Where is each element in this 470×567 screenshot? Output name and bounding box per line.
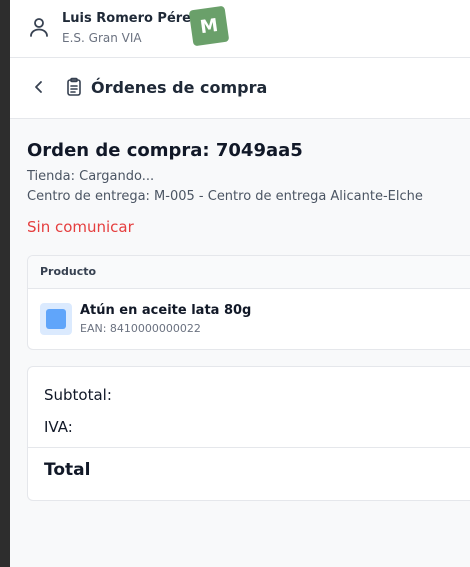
- totals-card: Subtotal: IVA: Total: [27, 366, 470, 501]
- column-header-product: Producto: [40, 265, 97, 278]
- subtotal-label: Subtotal:: [44, 386, 112, 404]
- divider: [28, 447, 470, 448]
- user-header: Luis Romero Pérez E.S. Gran VIA M: [10, 0, 470, 58]
- delivery-center-line: Centro de entrega: M-005 - Centro de ent…: [27, 189, 423, 204]
- clipboard-icon: [64, 77, 84, 97]
- company-logo: M: [188, 5, 230, 47]
- status-label: Sin comunicar: [27, 218, 134, 236]
- back-button[interactable]: [28, 76, 50, 98]
- iva-label: IVA:: [44, 418, 73, 436]
- product-image: [40, 303, 72, 335]
- user-icon[interactable]: [28, 16, 50, 38]
- user-store: E.S. Gran VIA: [62, 31, 142, 45]
- product-name: Atún en aceite lata 80g: [80, 303, 252, 318]
- left-window-edge: [0, 0, 10, 567]
- order-title: Orden de compra: 7049aa5: [27, 140, 303, 161]
- user-name: Luis Romero Pérez: [62, 11, 199, 26]
- chevron-left-icon: [35, 81, 42, 93]
- products-table: Producto Atún en aceite lata 80g EAN: 84…: [27, 255, 470, 350]
- store-line: Tienda: Cargando...: [27, 169, 155, 184]
- table-header: Producto: [28, 256, 470, 289]
- product-ean: EAN: 8410000000022: [80, 322, 201, 335]
- table-row[interactable]: Atún en aceite lata 80g EAN: 84100000000…: [28, 289, 470, 349]
- page-header: Órdenes de compra: [10, 58, 470, 119]
- page-title: Órdenes de compra: [91, 78, 268, 97]
- app: Luis Romero Pérez E.S. Gran VIA M Órdene…: [10, 0, 470, 567]
- total-label: Total: [44, 460, 91, 480]
